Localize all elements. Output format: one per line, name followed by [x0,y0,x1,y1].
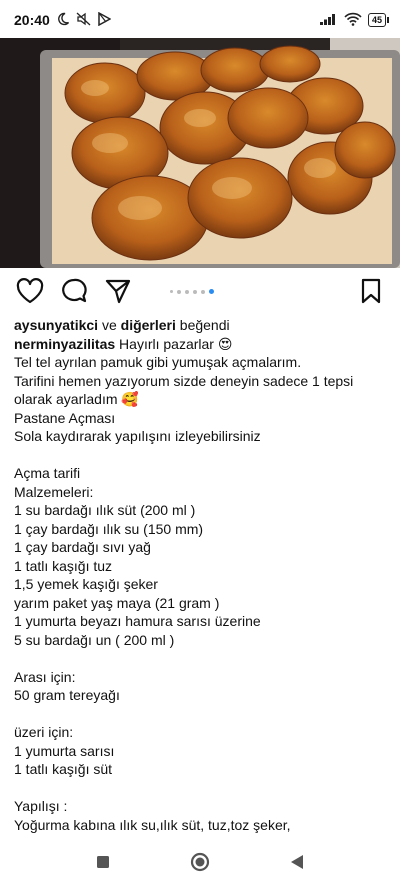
caption-line: Tarifini hemen yazıyorum sizde deneyin s… [14,372,354,389]
caption-line: Yoğurma kabına ılık su,ılık süt, tuz,toz… [14,816,291,833]
moon-icon [56,12,70,29]
share-send-icon[interactable] [104,278,132,309]
caption-line: olarak ayarladım 🥰 [14,391,139,407]
caption-line [14,779,390,798]
caption-line: Açma tarifi [14,465,81,481]
post-text: aysunyatikci ve diğerleri beğendi nermin… [14,316,390,834]
like-heart-icon[interactable] [16,278,44,309]
caption-line: 1 tatlı kaşığı tuz [14,557,113,574]
signal-icon [319,12,338,28]
carousel-dot [185,289,189,294]
play-store-icon [98,11,112,29]
mute-icon [76,12,92,29]
wifi-icon [344,12,362,29]
caption-line: 1 tatlı kaşığı süt [14,761,113,777]
recents-square-icon[interactable] [96,855,110,874]
caption-line: 1 su bardağı ılık süt (200 ml ) [14,502,196,518]
pastry-tray-photo [0,38,400,268]
back-triangle-icon[interactable] [290,854,304,875]
post-action-bar [0,274,400,310]
caption-line: Malzemeleri: [14,483,94,500]
author-username[interactable]: nerminyazilitas [14,336,115,352]
caption-line: Sola kaydırarak yapılışını izleyebilirsi… [14,428,261,444]
carousel-dot [177,289,181,294]
post-image[interactable] [0,38,400,268]
likes-others-link[interactable]: diğerleri [121,317,176,333]
caption-line [14,649,390,668]
caption-line: Yapılışı : [14,798,68,814]
carousel-dot-active [209,289,214,294]
liker-username[interactable]: aysunyatikci [14,317,98,333]
clock: 20:40 [14,12,50,28]
caption-first-line: nerminyazilitas Hayırlı pazarlar 😍 [14,335,390,354]
battery-indicator: 45 [367,13,390,27]
likes-connector: ve [101,317,117,333]
caption-line [14,705,390,724]
caption-line: yarım paket yaş maya (21 gram ) [14,594,220,611]
carousel-dot [170,290,173,293]
caption-line: 5 su bardağı un ( 200 ml ) [14,631,175,648]
caption-line [14,446,390,465]
caption-line: 1 yumurta beyazı hamura sarısı üzerine [14,613,261,629]
caption-line: 1 çay bardağı ılık su (150 mm) [14,520,204,537]
caption-line: Tel tel ayrılan pamuk gibi yumuşak açmal… [14,354,302,370]
comment-icon[interactable] [60,278,88,309]
caption-line: üzeri için: [14,724,74,740]
home-circle-icon[interactable] [190,852,210,877]
caption-line: Pastane Açması [14,409,116,426]
likes-suffix: beğendi [179,317,230,333]
save-bookmark-icon[interactable] [358,278,384,309]
caption-line: Arası için: [14,668,76,685]
caption-line: 1,5 yemek kaşığı şeker [14,576,158,592]
carousel-dot [193,289,197,294]
caption-line: 1 çay bardağı sıvı yağ [14,539,151,555]
carousel-dot [201,289,205,294]
caption-text: Hayırlı pazarlar 😍 [119,335,233,352]
status-bar: 20:40 45 [0,0,400,40]
caption-line: 1 yumurta sarısı [14,742,115,759]
likes-line: aysunyatikci ve diğerleri beğendi [14,316,390,335]
system-nav-bar [0,840,400,888]
caption-body: Tel tel ayrılan pamuk gibi yumuşak açmal… [14,353,390,834]
carousel-indicator [170,289,214,294]
caption-line: 50 gram tereyağı [14,687,120,703]
